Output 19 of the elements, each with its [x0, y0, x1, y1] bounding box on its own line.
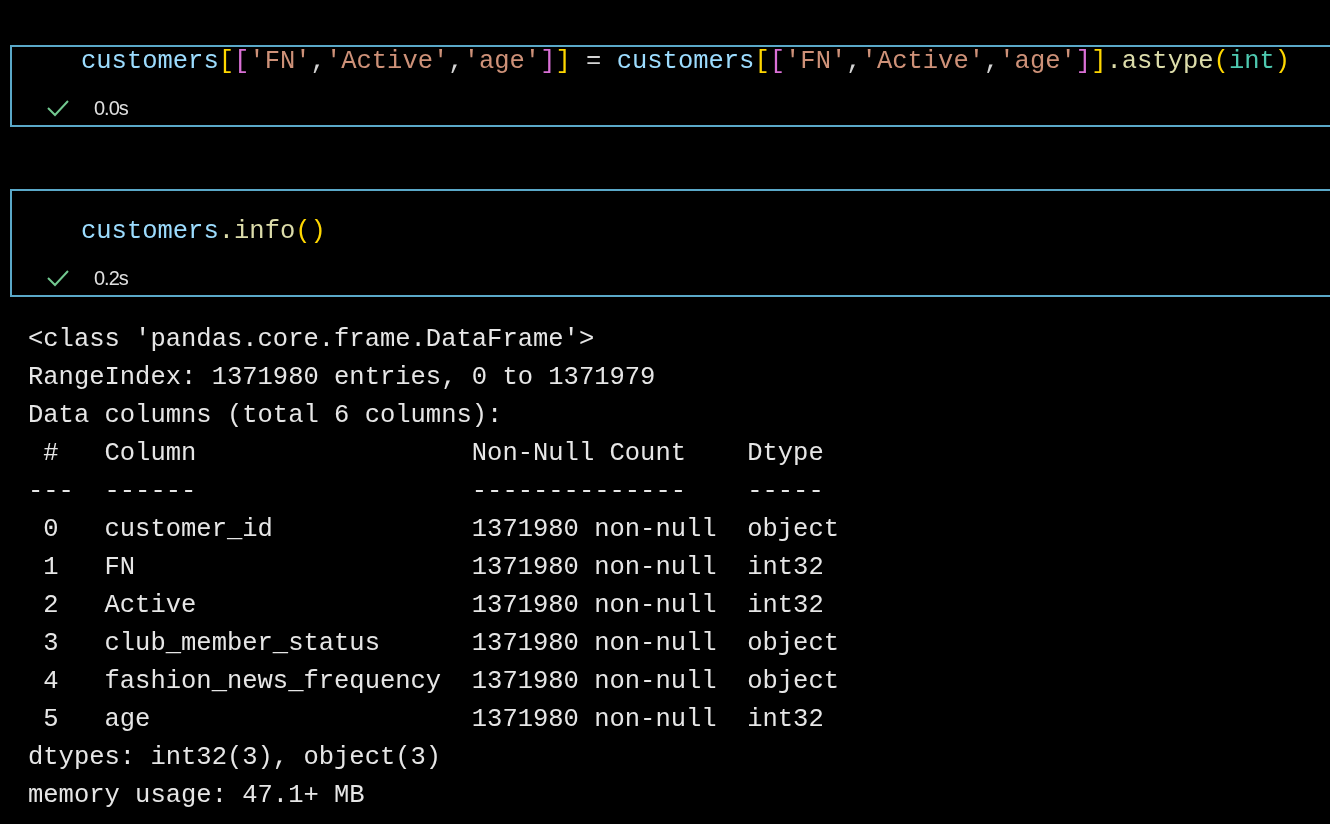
execution-time: 0.0s [94, 96, 128, 121]
output-line: memory usage: 47.1+ MB [28, 780, 365, 812]
output-line: Data columns (total 6 columns): [28, 400, 503, 432]
output-line: 2 Active 1371980 non-null int32 [42, 590, 824, 622]
output-line: 0 customer_id 1371980 non-null object [42, 514, 840, 546]
output-line: 5 age 1371980 non-null int32 [42, 704, 824, 736]
output-line: # Column Non-Null Count Dtype [42, 438, 824, 470]
execution-time: 0.2s [94, 266, 128, 291]
code-line: customers.info() [80, 217, 327, 247]
output-line: 4 fashion_news_frequency 1371980 non-null object [42, 666, 840, 698]
notebook-cell[interactable]: customers[['FN','Active','age']] = customers[['FN','Active','age']].astype(int) 0.0s [10, 45, 1330, 127]
output-line: <class 'pandas.core.frame.DataFrame'> [28, 324, 595, 356]
notebook-cell[interactable]: customers.info() 0.2s [10, 189, 1330, 297]
output-line: 3 club_member_status 1371980 non-null object [42, 628, 840, 660]
output-line: 1 FN 1371980 non-null int32 [42, 552, 824, 584]
output-line: --- ------ -------------- ----- [28, 476, 824, 508]
code-line: customers[['FN','Active','age']] = customers[['FN','Active','age']].astype(int) [80, 47, 1292, 77]
output-line: RangeIndex: 1371980 entries, 0 to 1371979 [28, 362, 656, 394]
output-line: dtypes: int32(3), object(3) [28, 742, 442, 774]
